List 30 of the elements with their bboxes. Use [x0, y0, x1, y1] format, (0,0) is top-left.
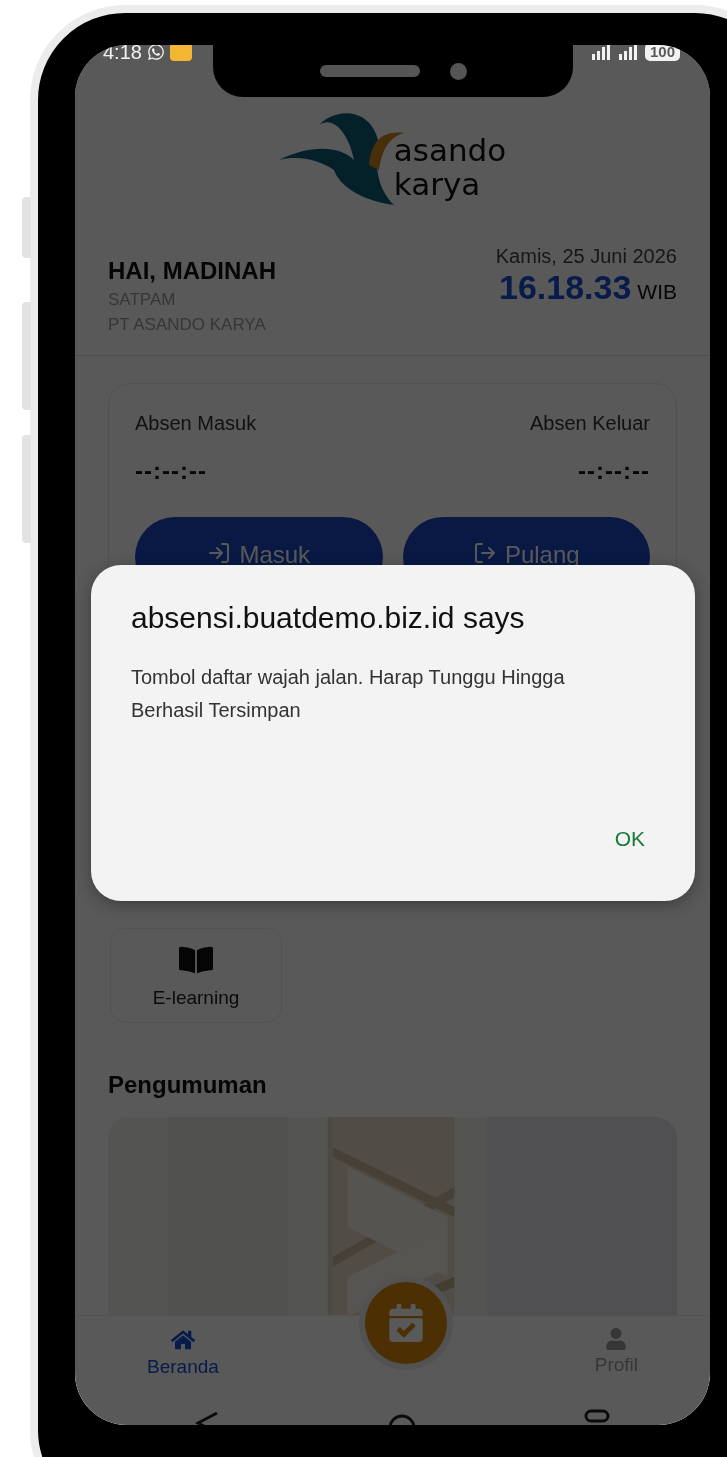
section-title: Pengumuman: [108, 1071, 267, 1099]
calendar-check-icon: [387, 1304, 425, 1342]
signal-icon: [591, 45, 640, 60]
dialog-message: Tombol daftar wajah jalan. Harap Tunggu Hingga Berhasil Tersimpan: [131, 665, 566, 723]
current-time: 16.18.33: [498, 268, 632, 307]
status-time: 4:18: [103, 45, 142, 61]
attendance-time: --:--:--: [578, 457, 650, 485]
home-icon: [170, 1328, 195, 1352]
current-date: Kamis, 25 Juni 2026: [495, 245, 677, 268]
attendance-label: Absen Masuk: [135, 412, 257, 435]
logout-icon: [472, 541, 497, 565]
dialog-title: absensi.buatdemo.biz.id says: [131, 601, 526, 635]
brand-name: asando: [393, 133, 507, 167]
camera: [449, 62, 467, 80]
recents-icon[interactable]: [584, 1409, 610, 1425]
chat-icon: [146, 45, 165, 61]
attendance-label: Absen Keluar: [529, 412, 650, 435]
menu-label: E-learning: [152, 986, 240, 1009]
greeting-title: HAI, MADINAH: [108, 257, 276, 285]
emoji-icon: [169, 45, 192, 61]
brand-name: karya: [393, 167, 482, 201]
battery-level: 100: [644, 45, 680, 61]
menu-tile[interactable]: E-learning: [110, 928, 282, 1023]
login-icon: [207, 541, 232, 565]
back-icon[interactable]: [195, 1411, 219, 1425]
ok-button[interactable]: OK: [604, 827, 655, 851]
user-icon: [605, 1328, 628, 1350]
nav-item[interactable]: Beranda: [147, 1328, 219, 1395]
time-zone: WIB: [637, 280, 677, 304]
attendance-time: --:--:--: [135, 457, 207, 485]
